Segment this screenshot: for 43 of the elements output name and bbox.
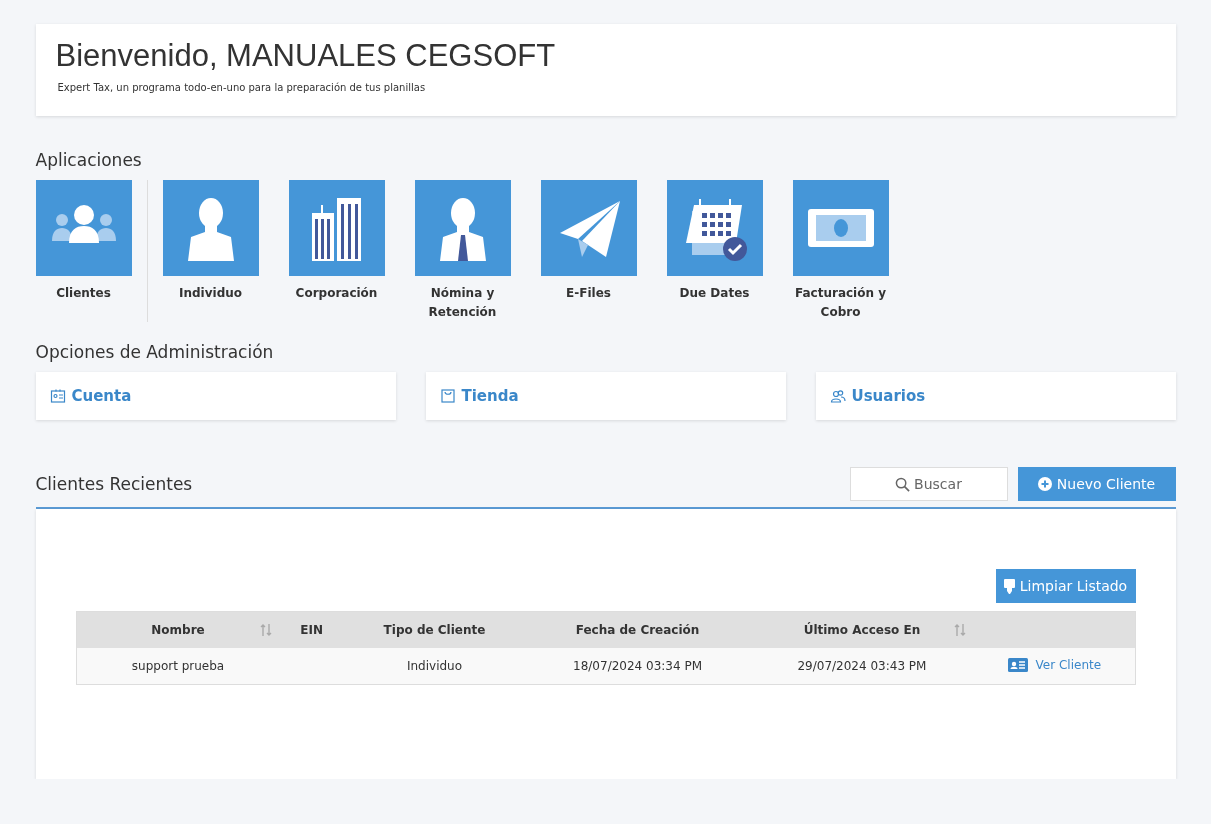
column-header: Fecha de Creación (525, 611, 750, 648)
section-title: Aplicaciones (35, 150, 143, 170)
section-title: Clientes Recientes (35, 474, 193, 494)
welcome-subtitle: Expert Tax, un programa todo-en-uno para la preparación de tus planillas (56, 82, 427, 93)
search-button[interactable]: Buscar (849, 467, 1008, 501)
app-label: Individuo (178, 285, 243, 302)
app-label: Clientes (55, 285, 112, 302)
table-cell: support prueba (76, 648, 280, 685)
app-label: Facturación y Cobro (794, 285, 887, 321)
column-header: Tipo de Cliente (343, 611, 526, 648)
column-header: EIN (279, 611, 344, 648)
table-cell: 18/07/2024 03:34 PM (525, 648, 750, 685)
table-cell: Individuo (343, 648, 526, 685)
app-label: Nómina y Retención (427, 285, 498, 321)
id-card-icon (49, 388, 66, 404)
app-label: E-Files (565, 285, 612, 302)
id-card-icon (1007, 657, 1028, 672)
sort-icon[interactable] (954, 623, 967, 637)
admin-option-link[interactable]: Usuarios (815, 372, 1176, 420)
admin-option-link[interactable]: Tienda (425, 372, 786, 420)
app-tile[interactable] (540, 180, 637, 276)
sort-icon[interactable] (259, 623, 272, 637)
new-client-button[interactable]: Nuevo Cliente (1017, 467, 1176, 501)
app-tile[interactable] (35, 180, 132, 276)
search-icon (895, 476, 911, 492)
users-icon (829, 388, 846, 404)
app-tile[interactable] (666, 180, 763, 276)
section-title: Opciones de Administración (35, 342, 275, 362)
column-header[interactable]: Nombre (76, 611, 280, 648)
admin-option-link[interactable]: Cuenta (35, 372, 396, 420)
app-tile[interactable] (414, 180, 511, 276)
column-header[interactable]: Último Acceso En (749, 611, 975, 648)
clear-list-button[interactable]: Limpiar Listado (995, 569, 1136, 603)
app-tile[interactable] (288, 180, 385, 276)
eraser-icon (1003, 578, 1015, 594)
welcome-title: Bienvenido, MANUALES CEGSOFT (55, 38, 557, 74)
bag-icon (439, 388, 456, 404)
app-tile[interactable] (162, 180, 259, 276)
table-cell: 29/07/2024 03:43 PM (749, 648, 975, 685)
app-label: Corporación (294, 285, 379, 302)
app-label: Due Dates (678, 285, 751, 302)
plus-circle-icon (1037, 477, 1052, 491)
app-tile[interactable] (792, 180, 889, 276)
